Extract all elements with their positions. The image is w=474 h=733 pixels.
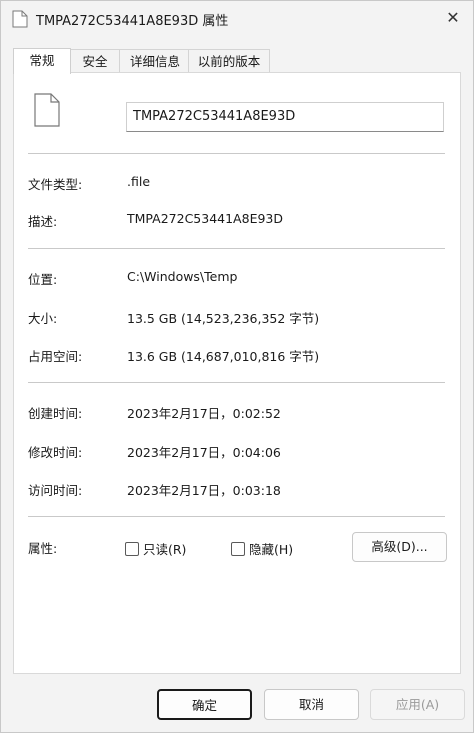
readonly-label: 只读(R) [143,542,187,557]
size-label: 大小: [28,311,58,326]
accessed-value: 2023年2月17日，0:03:18 [127,483,281,498]
size-on-disk-label: 占用空间: [28,349,83,364]
apply-button[interactable]: 应用(A) [370,689,465,720]
divider [28,248,445,249]
hidden-label: 隐藏(H) [249,542,294,557]
attributes-label: 属性: [28,541,58,556]
properties-dialog: TMPA272C53441A8E93D 属性 ✕ 常规 安全 详细信息 以前的版… [0,0,474,733]
close-button[interactable]: ✕ [439,5,467,31]
modified-value: 2023年2月17日，0:04:06 [127,445,281,460]
window-title: TMPA272C53441A8E93D 属性 [36,14,229,29]
location-value: C:\Windows\Temp [127,269,238,284]
hidden-checkbox[interactable]: 隐藏(H) [231,539,293,558]
ok-button[interactable]: 确定 [157,689,252,720]
title-bar[interactable]: TMPA272C53441A8E93D 属性 ✕ [1,1,473,37]
tab-details[interactable]: 详细信息 [119,49,191,74]
file-name-input[interactable]: TMPA272C53441A8E93D [126,102,444,132]
divider [28,382,445,383]
description-value: TMPA272C53441A8E93D [127,211,283,226]
created-label: 创建时间: [28,406,83,421]
file-type-label: 文件类型: [28,177,83,192]
tab-previous-versions[interactable]: 以前的版本 [188,49,270,74]
close-icon: ✕ [446,8,460,27]
file-icon [12,10,28,28]
divider [28,516,445,517]
checkbox-box[interactable] [125,541,139,556]
size-value: 13.5 GB (14,523,236,352 字节) [127,311,320,326]
advanced-button[interactable]: 高级(D)... [352,532,447,562]
location-label: 位置: [28,272,58,287]
accessed-label: 访问时间: [28,483,83,498]
file-type-value: .file [127,174,151,189]
created-value: 2023年2月17日，0:02:52 [127,406,281,421]
tab-general[interactable]: 常规 [13,48,71,74]
file-type-icon [34,93,60,127]
checkbox-box[interactable] [231,541,245,556]
modified-label: 修改时间: [28,445,83,460]
description-label: 描述: [28,214,58,229]
cancel-button[interactable]: 取消 [264,689,359,720]
tab-security[interactable]: 安全 [68,49,122,74]
readonly-checkbox[interactable]: 只读(R) [125,539,186,558]
general-panel: TMPA272C53441A8E93D 文件类型: .file 描述: TMPA… [13,72,461,674]
divider [28,153,445,154]
size-on-disk-value: 13.6 GB (14,687,010,816 字节) [127,349,320,364]
